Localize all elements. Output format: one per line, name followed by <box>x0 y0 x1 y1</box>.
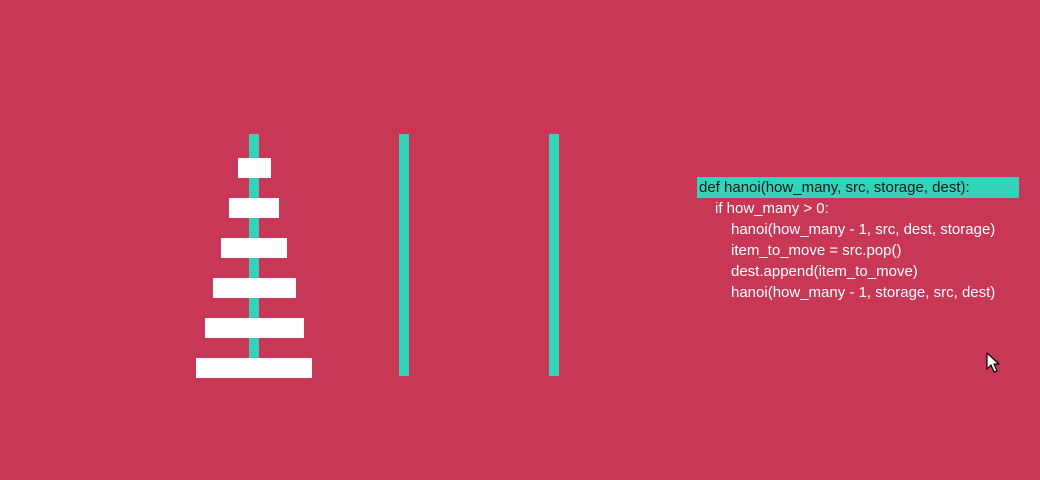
disc-size-5[interactable] <box>205 318 304 338</box>
disc-size-3[interactable] <box>221 238 287 258</box>
code-line-def: def hanoi(how_many, src, storage, dest): <box>697 177 1019 198</box>
code-line-if: if how_many > 0: <box>715 200 829 217</box>
peg-right[interactable] <box>549 134 559 376</box>
peg-middle[interactable] <box>399 134 409 376</box>
code-line-recurse-first: hanoi(how_many - 1, src, dest, storage) <box>731 221 996 238</box>
disc-size-6[interactable] <box>196 358 312 378</box>
code-line-pop: item_to_move = src.pop() <box>731 242 902 259</box>
disc-size-4[interactable] <box>213 278 296 298</box>
mouse-pointer-icon <box>986 352 1000 373</box>
code-line-append: dest.append(item_to_move) <box>731 263 918 280</box>
disc-size-1[interactable] <box>238 158 271 178</box>
code-listing: def hanoi(how_many, src, storage, dest):… <box>697 177 1019 303</box>
code-line-recurse-second: hanoi(how_many - 1, storage, src, dest) <box>731 284 996 301</box>
disc-size-2[interactable] <box>229 198 279 218</box>
